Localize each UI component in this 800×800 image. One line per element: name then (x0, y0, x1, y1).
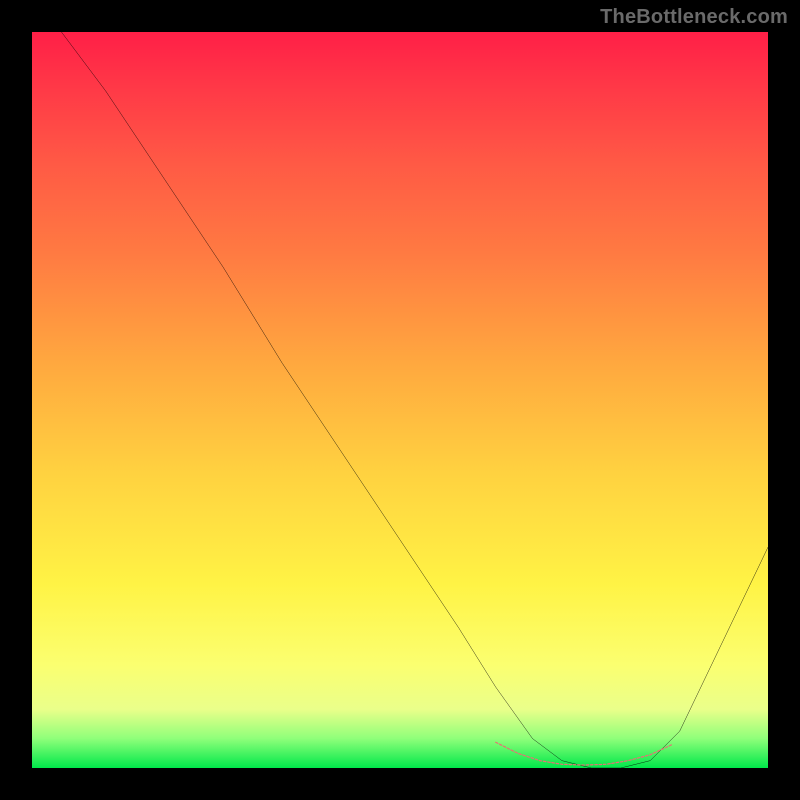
chart-container: TheBottleneck.com (0, 0, 800, 800)
chart-svg (32, 32, 768, 768)
curve-path (61, 32, 768, 768)
watermark-text: TheBottleneck.com (600, 6, 788, 29)
plot-area (32, 32, 768, 768)
